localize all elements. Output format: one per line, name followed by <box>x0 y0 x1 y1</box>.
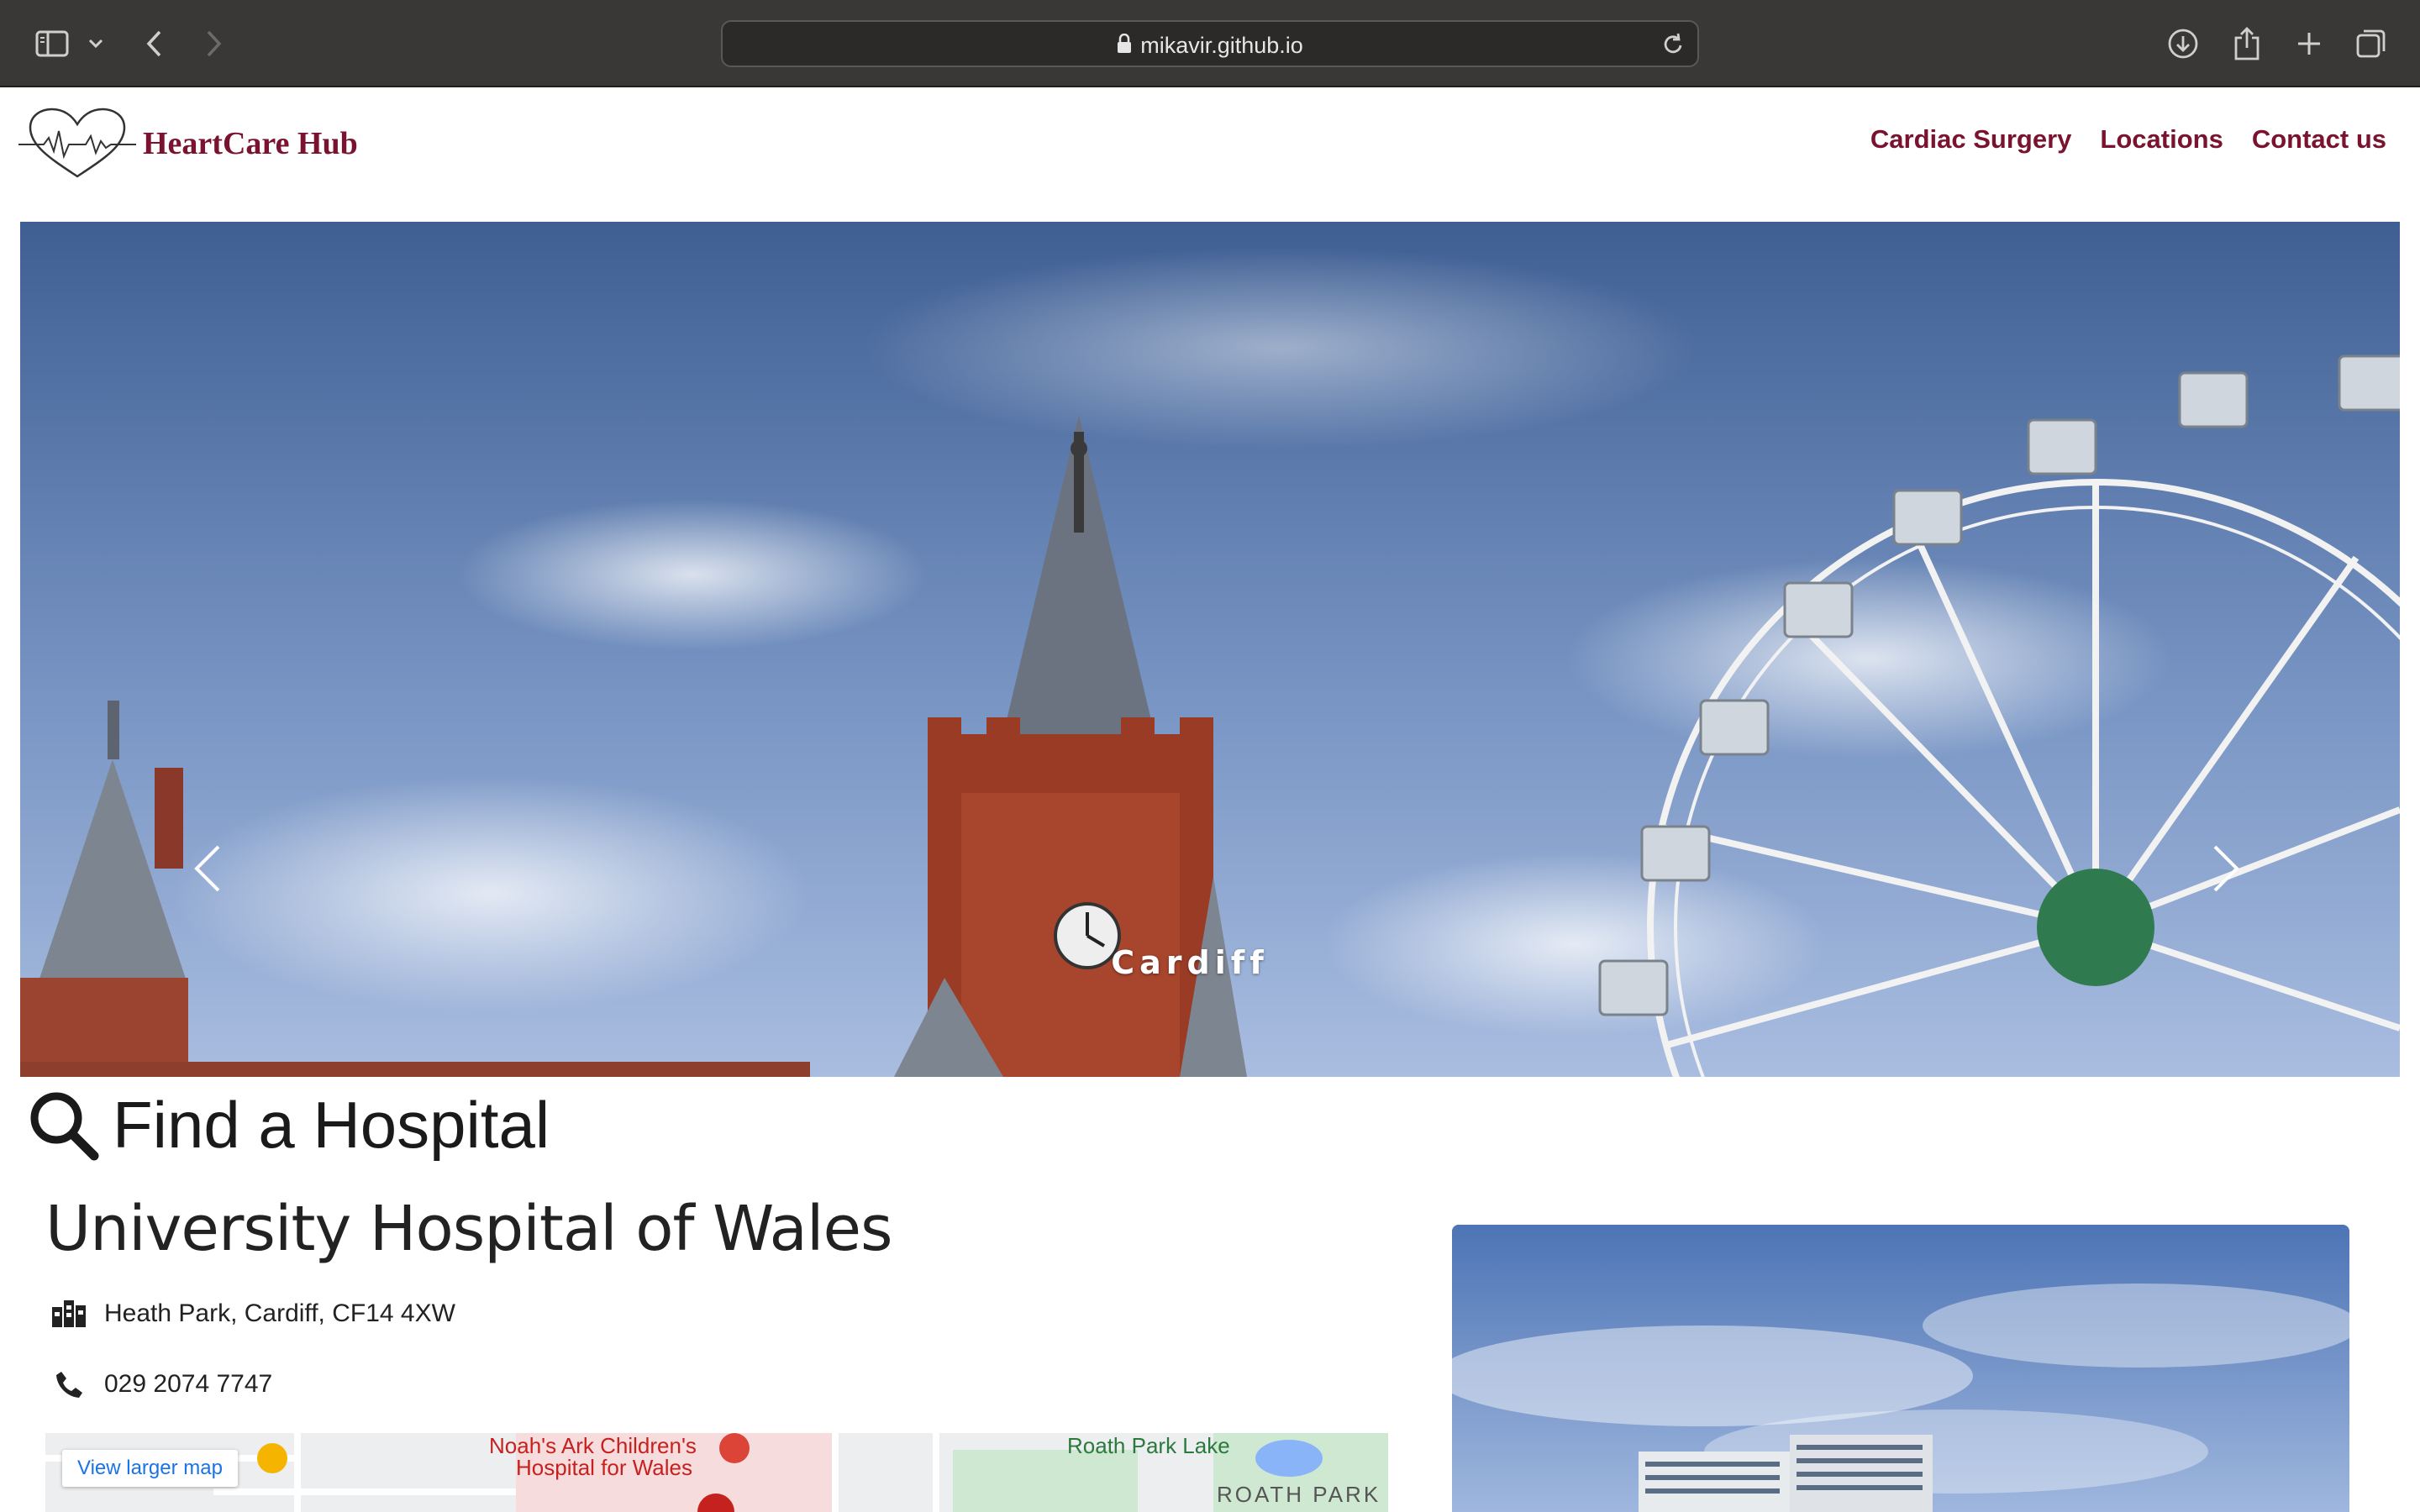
back-icon[interactable] <box>133 22 176 66</box>
hospital-map[interactable]: View larger map Noah's Ark Children's Ho… <box>45 1433 1388 1512</box>
reload-icon[interactable] <box>1662 32 1686 61</box>
main-nav: Cardiac Surgery Locations Contact us <box>1870 124 2386 155</box>
new-tab-icon[interactable] <box>2287 22 2331 66</box>
forward-icon[interactable] <box>192 22 235 66</box>
hospital-address: Heath Park, Cardiff, CF14 4XW <box>104 1299 455 1327</box>
tab-overview-icon[interactable] <box>2349 22 2393 66</box>
hospital-address-row: Heath Park, Cardiff, CF14 4XW <box>50 1295 455 1332</box>
carousel-caption: Cardiff <box>1111 944 1269 981</box>
view-larger-map-link[interactable]: View larger map <box>62 1450 238 1487</box>
hospital-photo <box>1452 1225 2349 1512</box>
nav-locations[interactable]: Locations <box>2100 124 2223 155</box>
chevron-down-icon[interactable] <box>77 22 114 66</box>
hospital-phone[interactable]: 029 2074 7747 <box>104 1370 272 1399</box>
nav-contact-us[interactable]: Contact us <box>2252 124 2386 155</box>
map-label-roath-park: ROATH PARK <box>1217 1482 1381 1507</box>
hospital-building-image <box>1452 1225 2349 1512</box>
brand-name: HeartCare Hub <box>143 126 358 161</box>
address-bar[interactable]: mikavir.github.io <box>721 20 1699 67</box>
share-icon[interactable] <box>2225 22 2269 66</box>
nav-cardiac-surgery[interactable]: Cardiac Surgery <box>1870 124 2072 155</box>
site-header: HeartCare Hub Cardiac Surgery Locations … <box>0 89 2420 222</box>
url-text: mikavir.github.io <box>1140 33 1303 58</box>
search-icon <box>30 1092 99 1161</box>
map-label-hospital-for-wales: Hospital for Wales <box>516 1455 692 1480</box>
hospital-name: University Hospital of Wales <box>45 1193 893 1265</box>
site-logo[interactable]: HeartCare Hub <box>18 106 371 181</box>
heart-logo-icon <box>18 108 136 178</box>
phone-icon <box>50 1366 87 1403</box>
carousel-prev-icon[interactable] <box>180 835 230 902</box>
sidebar-toggle-icon[interactable] <box>30 22 74 66</box>
find-hospital-heading: Find a Hospital <box>27 1079 550 1171</box>
hospital-phone-row: 029 2074 7747 <box>50 1366 272 1403</box>
downloads-icon[interactable] <box>2161 22 2205 66</box>
carousel-next-icon[interactable] <box>2203 835 2254 902</box>
map-label-roath-park-lake: Roath Park Lake <box>1067 1433 1230 1458</box>
building-icon <box>50 1295 87 1332</box>
browser-toolbar: mikavir.github.io <box>0 0 2420 87</box>
find-hospital-title: Find a Hospital <box>113 1087 550 1162</box>
lock-icon <box>1117 34 1132 60</box>
